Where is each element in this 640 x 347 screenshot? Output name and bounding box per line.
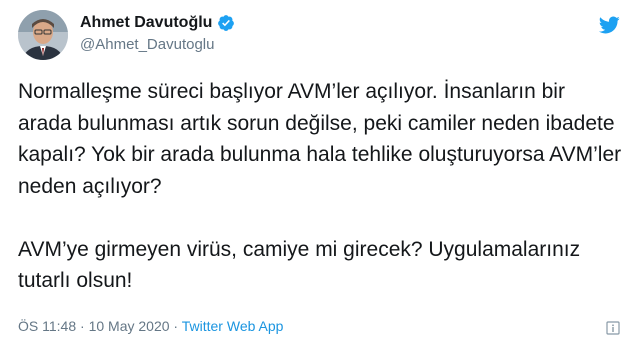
profile-photo xyxy=(18,10,68,60)
avatar[interactable] xyxy=(18,10,68,60)
meta-separator: · xyxy=(80,318,85,334)
tweet-source-link[interactable]: Twitter Web App xyxy=(182,318,284,334)
tweet-meta: ÖS 11:48 · 10 May 2020 · Twitter Web App xyxy=(18,318,283,334)
author-handle[interactable]: @Ahmet_Davutoglu xyxy=(80,36,214,53)
author-name-row: Ahmet Davutoğlu xyxy=(80,14,235,32)
meta-separator-2: · xyxy=(173,318,179,334)
twitter-bird-icon[interactable] xyxy=(598,14,620,36)
tweet-text: Normalleşme süreci başlıyor AVM’ler açıl… xyxy=(18,80,622,292)
author-display-name[interactable]: Ahmet Davutoğlu xyxy=(80,14,212,32)
tweet-date[interactable]: 10 May 2020 xyxy=(89,318,170,334)
verified-badge-icon xyxy=(218,15,235,31)
tweet-card: Ahmet Davutoğlu @Ahmet_Davutoglu Normall… xyxy=(0,0,640,347)
ad-info-icon[interactable] xyxy=(604,319,622,337)
tweet-time[interactable]: ÖS 11:48 xyxy=(18,318,76,334)
